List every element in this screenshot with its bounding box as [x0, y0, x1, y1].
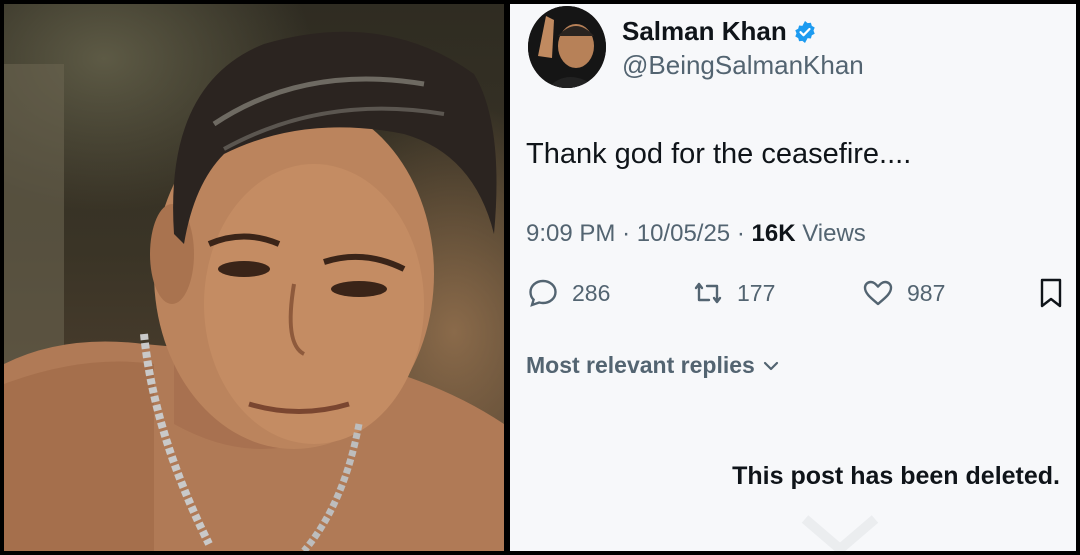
bookmark-button[interactable] [1034, 276, 1068, 310]
reply-icon [529, 279, 557, 307]
tweet-time[interactable]: 9:09 PM [526, 220, 615, 247]
display-name[interactable]: Salman Khan [622, 16, 787, 47]
tweet-meta: 9:09 PM · 10/05/25 · 16K Views [526, 220, 866, 248]
tweet-text: Thank god for the ceasefire.... [526, 138, 912, 170]
display-name-row: Salman Khan [622, 16, 817, 47]
reply-button[interactable]: 286 [526, 276, 610, 310]
replies-sort-label: Most relevant replies [526, 352, 755, 378]
separator-dot: · [622, 220, 637, 247]
retweet-button[interactable]: 177 [691, 276, 775, 310]
action-bar: 286 177 987 [526, 276, 1066, 316]
like-icon [863, 280, 893, 306]
retweet-count: 177 [737, 279, 776, 306]
retweet-icon [694, 282, 722, 304]
tweet-card: Salman Khan @BeingSalmanKhan Thank god f… [510, 4, 1076, 551]
replies-sort-dropdown[interactable]: Most relevant replies [526, 352, 781, 379]
separator-dot: · [736, 220, 752, 247]
chevron-down-icon [763, 361, 778, 370]
bookmark-icon [1040, 278, 1062, 308]
watermark-logo [801, 515, 879, 551]
verified-icon [793, 20, 817, 44]
like-button[interactable]: 987 [861, 276, 945, 310]
handle[interactable]: @BeingSalmanKhan [622, 50, 864, 81]
avatar[interactable] [528, 6, 606, 88]
like-count: 987 [907, 279, 946, 306]
views-label: Views [802, 220, 866, 247]
reply-count: 286 [572, 279, 611, 306]
deleted-notice: This post has been deleted. [732, 462, 1060, 490]
portrait-photo [4, 4, 504, 551]
views-count: 16K [751, 220, 796, 247]
tweet-date[interactable]: 10/05/25 [637, 220, 730, 247]
